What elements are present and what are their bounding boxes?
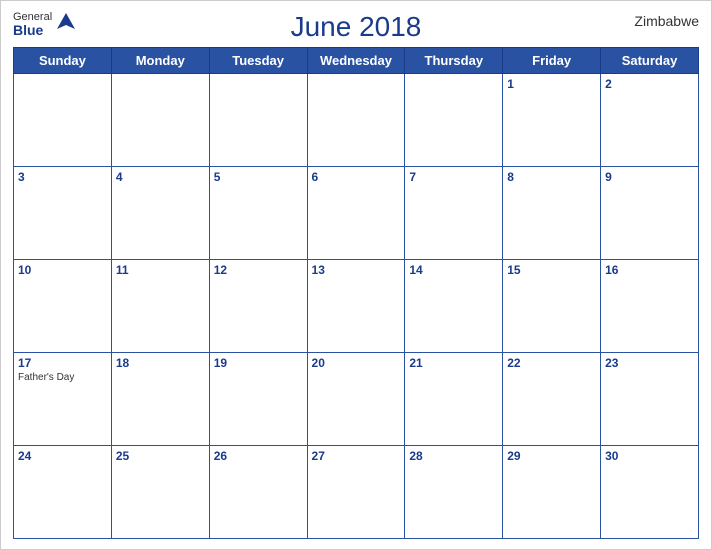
calendar-cell: 28 <box>405 446 503 539</box>
calendar-week-row: 3456789 <box>14 167 699 260</box>
calendar-cell: 27 <box>307 446 405 539</box>
calendar-cell: 16 <box>601 260 699 353</box>
day-number: 27 <box>312 449 401 463</box>
calendar-cell <box>14 74 112 167</box>
header-tuesday: Tuesday <box>209 48 307 74</box>
day-number: 10 <box>18 263 107 277</box>
calendar-cell: 14 <box>405 260 503 353</box>
calendar-container: General Blue June 2018 Zimbabwe Sunday M… <box>0 0 712 550</box>
day-number: 21 <box>409 356 498 370</box>
day-number: 13 <box>312 263 401 277</box>
calendar-cell: 29 <box>503 446 601 539</box>
calendar-cell: 2 <box>601 74 699 167</box>
calendar-week-row: 17 Father's Day 18 19 20 21 22 23 <box>14 353 699 446</box>
calendar-cell: 15 <box>503 260 601 353</box>
calendar-cell: 5 <box>209 167 307 260</box>
calendar-cell: 24 <box>14 446 112 539</box>
day-number: 11 <box>116 263 205 277</box>
calendar-cell: 30 <box>601 446 699 539</box>
day-number: 23 <box>605 356 694 370</box>
calendar-week-row: 12 <box>14 74 699 167</box>
logo-blue: Blue <box>13 23 52 37</box>
calendar-cell: 8 <box>503 167 601 260</box>
calendar-cell: 25 <box>111 446 209 539</box>
header-sunday: Sunday <box>14 48 112 74</box>
day-number: 2 <box>605 77 694 91</box>
day-number: 16 <box>605 263 694 277</box>
day-number: 15 <box>507 263 596 277</box>
calendar-cell: 26 <box>209 446 307 539</box>
calendar-cell <box>307 74 405 167</box>
calendar-cell: 7 <box>405 167 503 260</box>
day-number: 26 <box>214 449 303 463</box>
header-monday: Monday <box>111 48 209 74</box>
logo-bird-icon <box>55 11 77 38</box>
calendar-cell: 3 <box>14 167 112 260</box>
day-number: 30 <box>605 449 694 463</box>
day-number: 25 <box>116 449 205 463</box>
country-label: Zimbabwe <box>634 13 699 29</box>
day-number: 24 <box>18 449 107 463</box>
calendar-cell: 10 <box>14 260 112 353</box>
weekday-header-row: Sunday Monday Tuesday Wednesday Thursday… <box>14 48 699 74</box>
calendar-cell: 21 <box>405 353 503 446</box>
calendar-title: June 2018 <box>291 11 422 43</box>
calendar-week-row: 24 25 26 27 28 29 30 <box>14 446 699 539</box>
calendar-cell <box>405 74 503 167</box>
day-number: 1 <box>507 77 596 91</box>
calendar-cell: 12 <box>209 260 307 353</box>
calendar-cell: 20 <box>307 353 405 446</box>
day-number: 29 <box>507 449 596 463</box>
day-number: 6 <box>312 170 401 184</box>
calendar-table: Sunday Monday Tuesday Wednesday Thursday… <box>13 47 699 539</box>
calendar-cell: 9 <box>601 167 699 260</box>
header-row: General Blue June 2018 Zimbabwe <box>13 11 699 43</box>
event-label: Father's Day <box>18 372 107 383</box>
day-number: 19 <box>214 356 303 370</box>
calendar-cell: 13 <box>307 260 405 353</box>
calendar-cell: 4 <box>111 167 209 260</box>
day-number: 4 <box>116 170 205 184</box>
calendar-week-row: 10 11 12 13 14 15 16 <box>14 260 699 353</box>
logo-area: General Blue <box>13 11 77 38</box>
calendar-cell: 22 <box>503 353 601 446</box>
day-number: 3 <box>18 170 107 184</box>
calendar-cell <box>111 74 209 167</box>
calendar-cell: 1 <box>503 74 601 167</box>
day-number: 14 <box>409 263 498 277</box>
header-wednesday: Wednesday <box>307 48 405 74</box>
day-number: 7 <box>409 170 498 184</box>
day-number: 8 <box>507 170 596 184</box>
calendar-cell <box>209 74 307 167</box>
day-number: 12 <box>214 263 303 277</box>
header-saturday: Saturday <box>601 48 699 74</box>
calendar-cell: 17 Father's Day <box>14 353 112 446</box>
day-number: 20 <box>312 356 401 370</box>
day-number: 22 <box>507 356 596 370</box>
header-thursday: Thursday <box>405 48 503 74</box>
calendar-cell: 11 <box>111 260 209 353</box>
day-number: 28 <box>409 449 498 463</box>
calendar-cell: 23 <box>601 353 699 446</box>
day-number: 5 <box>214 170 303 184</box>
calendar-cell: 18 <box>111 353 209 446</box>
calendar-cell: 19 <box>209 353 307 446</box>
day-number: 9 <box>605 170 694 184</box>
day-number: 17 <box>18 356 107 370</box>
day-number: 18 <box>116 356 205 370</box>
header-friday: Friday <box>503 48 601 74</box>
calendar-cell: 6 <box>307 167 405 260</box>
